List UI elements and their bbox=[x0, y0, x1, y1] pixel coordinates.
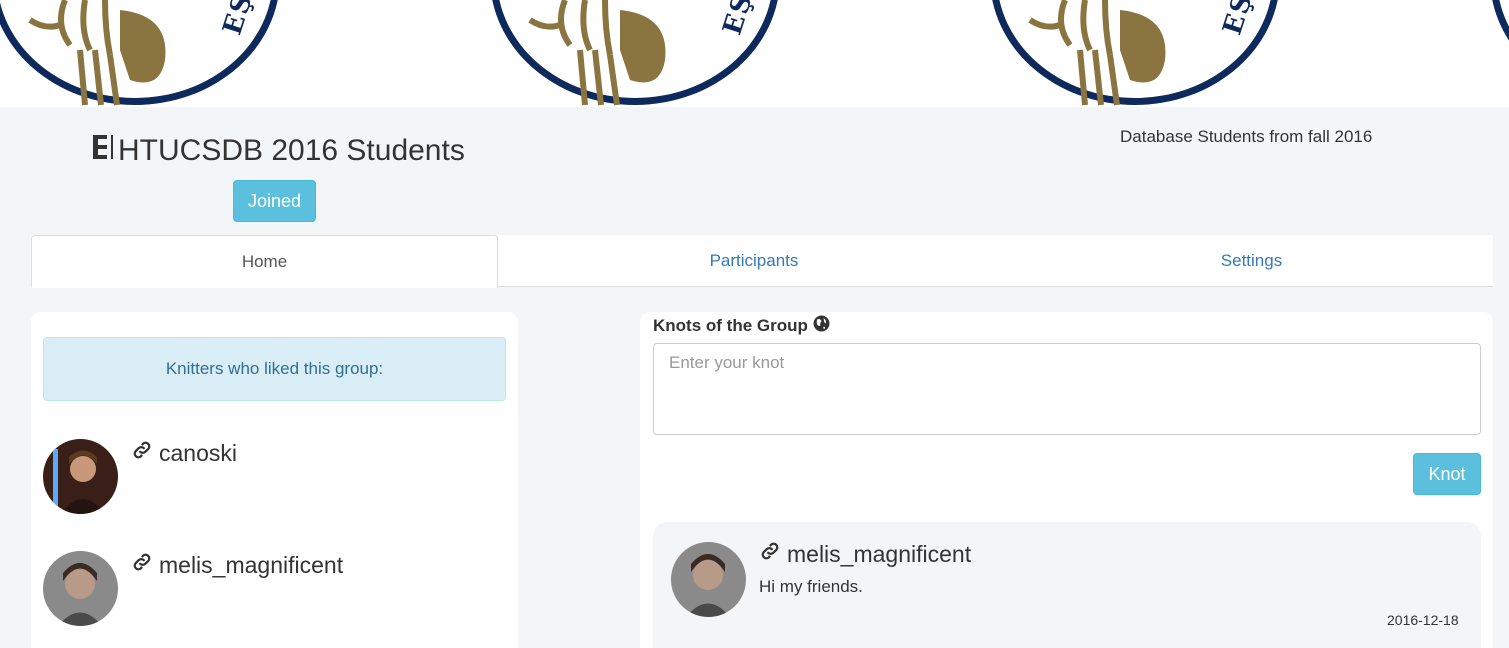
tab-home[interactable]: Home bbox=[31, 235, 498, 288]
post-author[interactable]: melis_magnificent bbox=[787, 541, 971, 568]
group-tabs: Home Participants Settings bbox=[31, 235, 1493, 288]
avatar[interactable] bbox=[671, 542, 746, 617]
globe-icon bbox=[813, 315, 830, 337]
university-seal-image: EŞİ bbox=[990, 0, 1280, 106]
group-title: HTUCSDB 2016 Students bbox=[92, 134, 465, 168]
group-title-text: HTUCSDB 2016 Students bbox=[118, 134, 465, 167]
list-item: melis_magnificent bbox=[43, 551, 503, 627]
group-description: Database Students from fall 2016 bbox=[1120, 127, 1373, 146]
link-icon bbox=[131, 439, 153, 467]
knitter-name[interactable]: canoski bbox=[159, 440, 237, 467]
university-seal-image: EŞİ bbox=[490, 0, 780, 106]
knots-heading-text: Knots of the Group bbox=[653, 316, 808, 335]
knot-submit-button[interactable]: Knot bbox=[1413, 453, 1481, 495]
link-icon bbox=[759, 540, 781, 568]
tab-settings[interactable]: Settings bbox=[1010, 235, 1493, 286]
group-logo-icon bbox=[92, 134, 116, 168]
post-date: 2016-12-18 bbox=[1387, 612, 1459, 628]
likes-panel: Knitters who liked this group: canoski m… bbox=[31, 312, 518, 648]
knots-panel: Knots of the Group Knot bbox=[640, 312, 1493, 648]
knot-input[interactable] bbox=[653, 343, 1481, 435]
tab-participants[interactable]: Participants bbox=[498, 235, 1010, 286]
knots-heading: Knots of the Group bbox=[653, 315, 830, 337]
avatar[interactable] bbox=[43, 439, 118, 514]
university-seal-image: EŞİ bbox=[0, 0, 280, 106]
link-icon bbox=[131, 551, 153, 579]
knot-post: melis_magnificent Hi my friends. 2016-12… bbox=[653, 522, 1481, 648]
header-banner: EŞİ EŞİ EŞİ bbox=[0, 0, 1509, 107]
post-message: Hi my friends. bbox=[759, 577, 863, 596]
list-item: canoski bbox=[43, 439, 503, 515]
knitter-name[interactable]: melis_magnificent bbox=[159, 552, 343, 579]
university-seal-image bbox=[1490, 0, 1509, 105]
likes-heading: Knitters who liked this group: bbox=[43, 337, 506, 401]
joined-button[interactable]: Joined bbox=[233, 180, 316, 222]
avatar[interactable] bbox=[43, 551, 118, 626]
